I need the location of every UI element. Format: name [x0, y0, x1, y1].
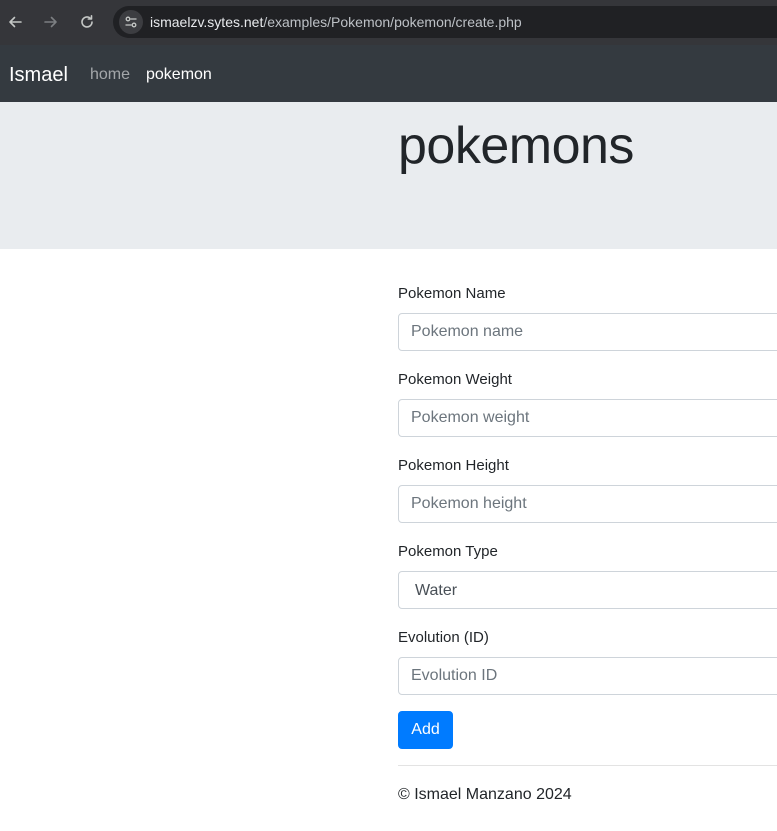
name-label: Pokemon Name: [398, 285, 506, 302]
evolution-input[interactable]: [398, 657, 777, 695]
height-label: Pokemon Height: [398, 457, 509, 474]
navbar-brand[interactable]: Ismael: [9, 64, 68, 87]
jumbotron: pokemons: [0, 102, 777, 249]
url-path: /examples/Pokemon/pokemon/create.php: [263, 14, 522, 30]
url-text[interactable]: ismaelzv.sytes.net/examples/Pokemon/poke…: [150, 14, 522, 30]
name-input[interactable]: [398, 313, 777, 351]
navbar: Ismael home pokemon: [0, 45, 777, 102]
url-host: ismaelzv.sytes.net: [150, 14, 264, 30]
page-title: pokemons: [398, 117, 634, 175]
weight-input[interactable]: [398, 399, 777, 437]
arrow-left-icon: [9, 16, 22, 28]
add-button[interactable]: Add: [398, 711, 453, 749]
type-select[interactable]: Water: [398, 571, 777, 609]
tune-icon: [125, 16, 137, 28]
type-select-value: Water: [415, 582, 458, 599]
type-label: Pokemon Type: [398, 543, 498, 560]
browser-toolbar: ismaelzv.sytes.net/examples/Pokemon/poke…: [0, 0, 777, 45]
back-button[interactable]: [3, 10, 27, 34]
weight-label: Pokemon Weight: [398, 371, 512, 388]
address-bar[interactable]: ismaelzv.sytes.net/examples/Pokemon/poke…: [113, 6, 777, 38]
arrow-right-icon: [44, 16, 57, 28]
nav-link-home[interactable]: home: [90, 66, 130, 84]
reload-button[interactable]: [75, 10, 99, 34]
site-info-button[interactable]: [119, 10, 143, 34]
nav-link-pokemon[interactable]: pokemon: [146, 66, 212, 84]
evolution-label: Evolution (ID): [398, 629, 489, 646]
footer-divider: [398, 765, 777, 766]
forward-button[interactable]: [39, 10, 63, 34]
reload-icon: [81, 15, 93, 28]
footer-copyright: © Ismael Manzano 2024: [398, 786, 572, 803]
height-input[interactable]: [398, 485, 777, 523]
